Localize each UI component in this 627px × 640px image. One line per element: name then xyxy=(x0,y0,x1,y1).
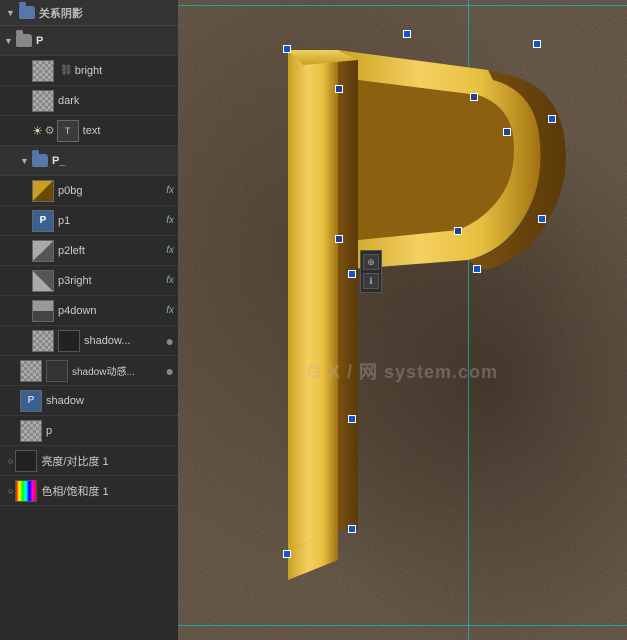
layer-p3right-thumb xyxy=(32,270,54,292)
layer-row-brightness[interactable]: ○ 亮度/对比度 1 xyxy=(0,446,178,476)
layer-row-p-subgroup[interactable]: ▼ P_ xyxy=(0,146,178,176)
layer-row-psmall[interactable]: p xyxy=(0,416,178,446)
layer-dark-label: dark xyxy=(58,95,174,107)
layer-shadow3-label: shadow xyxy=(46,395,174,407)
layer-shadow1-label: shadow... xyxy=(84,335,164,347)
layer-p-group-label: P xyxy=(36,35,174,47)
layer-hue-thumb xyxy=(15,480,37,502)
anchor-3 xyxy=(470,93,478,101)
fx-p1: fx xyxy=(166,215,174,226)
fx-p3right: fx xyxy=(166,275,174,286)
layer-hue-label: 色相/饱和度 1 xyxy=(41,483,174,499)
layer-shadow2-label: shadow动感... xyxy=(72,363,164,378)
layer-row-p4down[interactable]: p4down fx xyxy=(0,296,178,326)
folder-p-sub-icon xyxy=(32,154,48,167)
p-letter-container xyxy=(228,20,608,600)
layer-brightness-label: 亮度/对比度 1 xyxy=(41,453,174,469)
layer-shadow1-thumb xyxy=(32,330,54,352)
layer-bright-label: bright xyxy=(75,65,174,77)
layer-p4down-label: p4down xyxy=(58,305,162,317)
layer-row-p0bg[interactable]: p0bg fx xyxy=(0,176,178,206)
group-arrow-icon: ▼ xyxy=(4,36,16,46)
bright-adj-icon: ○ xyxy=(8,456,13,466)
p-letter-svg xyxy=(228,20,568,580)
layer-dark-thumb xyxy=(32,90,54,112)
layer-row-shadow1[interactable]: shadow... ● xyxy=(0,326,178,356)
layer-row-text[interactable]: ☀ ⚙ T text xyxy=(0,116,178,146)
panel-header-label: 关系阴影 xyxy=(39,5,83,21)
handle-bl1 xyxy=(348,415,356,423)
layer-p1-thumb: P xyxy=(32,210,54,232)
layer-shadow2-thumb2 xyxy=(46,360,68,382)
handle-mr xyxy=(548,115,556,123)
dot2-icon: ● xyxy=(166,363,174,379)
dot-icon: ● xyxy=(166,333,174,349)
link-icon: ⛓ xyxy=(60,65,73,76)
folder-icon xyxy=(19,6,35,19)
layer-row-p2left[interactable]: p2left fx xyxy=(0,236,178,266)
mini-btn-info[interactable]: ℹ xyxy=(363,273,379,289)
guide-horizontal-top xyxy=(178,5,627,6)
layer-row-shadow3[interactable]: P shadow xyxy=(0,386,178,416)
anchor-1 xyxy=(335,85,343,93)
anchor-2 xyxy=(335,235,343,243)
handle-tl xyxy=(283,45,291,53)
layer-p-subgroup-label: P_ xyxy=(52,155,174,167)
panel-header-row[interactable]: ▼ 关系阴影 xyxy=(0,0,178,26)
layer-row-dark[interactable]: dark xyxy=(0,86,178,116)
layer-row-shadow2[interactable]: shadow动感... ● xyxy=(0,356,178,386)
layer-brightness-thumb xyxy=(15,450,37,472)
mini-btn-add[interactable]: ⊕ xyxy=(363,254,379,270)
anchor-4 xyxy=(503,128,511,136)
settings-icon: ⚙ xyxy=(45,124,55,137)
handle-m2 xyxy=(348,270,356,278)
handle-bl2 xyxy=(348,525,356,533)
arrow-icon: ▼ xyxy=(6,8,15,18)
mini-panel[interactable]: ⊕ ℹ xyxy=(360,250,382,293)
layer-shadow2-thumb xyxy=(20,360,42,382)
layer-p2left-thumb xyxy=(32,240,54,262)
layer-p1-label: p1 xyxy=(58,215,162,227)
canvas-area[interactable]: ⊕ ℹ G X / 网 system.com xyxy=(178,0,627,640)
layer-psmall-thumb xyxy=(20,420,42,442)
layer-row-p1[interactable]: P p1 fx xyxy=(0,206,178,236)
layer-p3right-label: p3right xyxy=(58,275,162,287)
handle-b1 xyxy=(283,550,291,558)
layer-row-bright[interactable]: ⛓ bright xyxy=(0,56,178,86)
handle-tm xyxy=(403,30,411,38)
handle-m1 xyxy=(473,265,481,273)
layer-text-thumb: T xyxy=(57,120,79,142)
layers-panel: ▼ 关系阴影 ▼ P ⛓ bright dark ☀ ⚙ T text ▼ xyxy=(0,0,178,640)
layer-p4down-thumb xyxy=(32,300,54,322)
layer-p2left-label: p2left xyxy=(58,245,162,257)
guide-horizontal-bottom xyxy=(178,625,627,626)
fx-p2left: fx xyxy=(166,245,174,256)
layer-bright-thumb xyxy=(32,60,54,82)
layer-row-p3right[interactable]: p3right fx xyxy=(0,266,178,296)
anchor-5 xyxy=(454,227,462,235)
handle-tr xyxy=(533,40,541,48)
layer-text-label: text xyxy=(83,125,174,137)
layer-row-hue[interactable]: ○ 色相/饱和度 1 xyxy=(0,476,178,506)
fx-p4down: fx xyxy=(166,305,174,316)
layer-shadow1-thumb2 xyxy=(58,330,80,352)
subgroup-arrow-icon: ▼ xyxy=(20,156,32,166)
layer-psmall-label: p xyxy=(46,425,174,437)
handle-mr2 xyxy=(538,215,546,223)
sun-icon: ☀ xyxy=(32,124,43,138)
layer-row-p-group[interactable]: ▼ P xyxy=(0,26,178,56)
layer-p0bg-thumb xyxy=(32,180,54,202)
fx-p0bg: fx xyxy=(166,185,174,196)
layer-p0bg-label: p0bg xyxy=(58,185,162,197)
layer-shadow3-thumb: P xyxy=(20,390,42,412)
folder-p-icon xyxy=(16,34,32,47)
hue-adj-icon: ○ xyxy=(8,486,13,496)
